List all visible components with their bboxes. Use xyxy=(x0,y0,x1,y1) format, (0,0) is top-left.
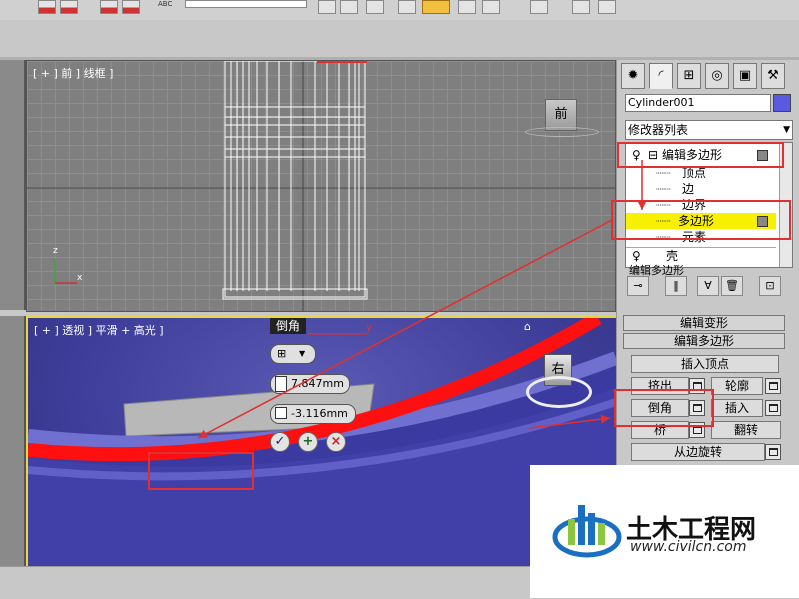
watermark-url: www.civilcn.com xyxy=(630,539,747,555)
watermark: 土木工程网 www.civilcn.com xyxy=(530,465,799,598)
watermark-logo xyxy=(552,505,622,558)
